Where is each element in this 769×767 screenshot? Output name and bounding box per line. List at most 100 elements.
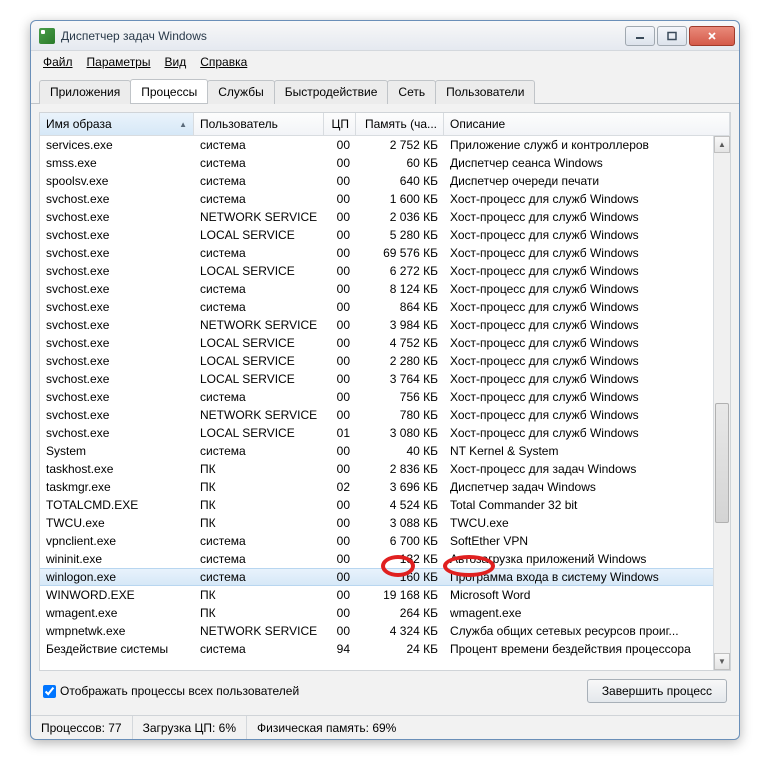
cell-mem: 756 КБ — [356, 390, 444, 404]
cell-mem: 640 КБ — [356, 174, 444, 188]
table-row[interactable]: taskmgr.exeПК023 696 КБДиспетчер задач W… — [40, 478, 730, 496]
menu-file[interactable]: Файл — [37, 53, 79, 71]
cell-image: winlogon.exe — [40, 570, 194, 584]
show-all-users-input[interactable] — [43, 685, 56, 698]
end-process-button[interactable]: Завершить процесс — [587, 679, 727, 703]
cell-user: LOCAL SERVICE — [194, 426, 324, 440]
cell-image: taskhost.exe — [40, 462, 194, 476]
cell-mem: 264 КБ — [356, 606, 444, 620]
cell-user: ПК — [194, 462, 324, 476]
table-row[interactable]: svchost.exeсистема00864 КБХост-процесс д… — [40, 298, 730, 316]
cell-cpu: 02 — [324, 480, 356, 494]
bottom-controls: Отображать процессы всех пользователей З… — [39, 671, 731, 707]
table-row[interactable]: WINWORD.EXEПК0019 168 КБMicrosoft Word — [40, 586, 730, 604]
cell-mem: 2 280 КБ — [356, 354, 444, 368]
table-row[interactable]: taskhost.exeПК002 836 КБХост-процесс для… — [40, 460, 730, 478]
vertical-scrollbar[interactable]: ▲ ▼ — [713, 136, 730, 670]
table-row[interactable]: svchost.exeсистема0069 576 КБХост-процес… — [40, 244, 730, 262]
titlebar[interactable]: Диспетчер задач Windows — [31, 21, 739, 51]
table-row[interactable]: svchost.exeLOCAL SERVICE004 752 КБХост-п… — [40, 334, 730, 352]
col-mem[interactable]: Память (ча... — [356, 113, 444, 135]
table-row[interactable]: winlogon.exeсистема00160 КБПрограмма вхо… — [40, 568, 730, 586]
menu-view[interactable]: Вид — [158, 53, 192, 71]
cell-user: LOCAL SERVICE — [194, 372, 324, 386]
table-row[interactable]: svchost.exeNETWORK SERVICE003 984 КБХост… — [40, 316, 730, 334]
col-user[interactable]: Пользователь — [194, 113, 324, 135]
table-row[interactable]: svchost.exeLOCAL SERVICE003 764 КБХост-п… — [40, 370, 730, 388]
cell-cpu: 00 — [324, 282, 356, 296]
cell-desc: Служба общих сетевых ресурсов проиг... — [444, 624, 730, 638]
table-row[interactable]: wmagent.exeПК00264 КБwmagent.exe — [40, 604, 730, 622]
cell-user: ПК — [194, 498, 324, 512]
cell-cpu: 00 — [324, 516, 356, 530]
tab-net[interactable]: Сеть — [387, 80, 436, 104]
cell-image: svchost.exe — [40, 318, 194, 332]
table-row[interactable]: Бездействие системысистема9424 КБПроцент… — [40, 640, 730, 658]
cell-desc: Microsoft Word — [444, 588, 730, 602]
cell-image: services.exe — [40, 138, 194, 152]
scroll-down-button[interactable]: ▼ — [714, 653, 730, 670]
cell-user: система — [194, 570, 324, 584]
cell-user: система — [194, 642, 324, 656]
tab-users[interactable]: Пользователи — [435, 80, 535, 104]
table-body[interactable]: services.exeсистема002 752 КБПриложение … — [40, 136, 730, 670]
show-all-users-checkbox[interactable]: Отображать процессы всех пользователей — [43, 684, 579, 698]
cell-mem: 60 КБ — [356, 156, 444, 170]
cell-cpu: 00 — [324, 192, 356, 206]
minimize-button[interactable] — [625, 26, 655, 46]
cell-desc: Автозагрузка приложений Windows — [444, 552, 730, 566]
table-row[interactable]: smss.exeсистема0060 КБДиспетчер сеанса W… — [40, 154, 730, 172]
table-row[interactable]: svchost.exeLOCAL SERVICE006 272 КБХост-п… — [40, 262, 730, 280]
close-button[interactable] — [689, 26, 735, 46]
cell-user: система — [194, 246, 324, 260]
table-row[interactable]: wmpnetwk.exeNETWORK SERVICE004 324 КБСлу… — [40, 622, 730, 640]
table-row[interactable]: svchost.exeNETWORK SERVICE002 036 КБХост… — [40, 208, 730, 226]
cell-image: System — [40, 444, 194, 458]
table-row[interactable]: svchost.exeсистема00756 КБХост-процесс д… — [40, 388, 730, 406]
scroll-thumb[interactable] — [715, 403, 729, 523]
cell-desc: NT Kernel & System — [444, 444, 730, 458]
table-row[interactable]: wininit.exeсистема00132 КБАвтозагрузка п… — [40, 550, 730, 568]
col-desc[interactable]: Описание — [444, 113, 730, 135]
cell-desc: Хост-процесс для служб Windows — [444, 192, 730, 206]
col-image[interactable]: Имя образа▲ — [40, 113, 194, 135]
scroll-up-button[interactable]: ▲ — [714, 136, 730, 153]
table-row[interactable]: svchost.exeсистема008 124 КБХост-процесс… — [40, 280, 730, 298]
table-row[interactable]: Systemсистема0040 КБNT Kernel & System — [40, 442, 730, 460]
cell-user: система — [194, 300, 324, 314]
sort-asc-icon: ▲ — [179, 120, 187, 129]
cell-mem: 2 036 КБ — [356, 210, 444, 224]
table-row[interactable]: svchost.exeLOCAL SERVICE002 280 КБХост-п… — [40, 352, 730, 370]
tab-services[interactable]: Службы — [207, 80, 274, 104]
cell-mem: 6 272 КБ — [356, 264, 444, 278]
menu-help[interactable]: Справка — [194, 53, 253, 71]
cell-mem: 3 088 КБ — [356, 516, 444, 530]
col-cpu[interactable]: ЦП — [324, 113, 356, 135]
cell-cpu: 00 — [324, 624, 356, 638]
tab-apps[interactable]: Приложения — [39, 80, 131, 104]
table-row[interactable]: TWCU.exeПК003 088 КБTWCU.exe — [40, 514, 730, 532]
cell-desc: Диспетчер сеанса Windows — [444, 156, 730, 170]
cell-cpu: 00 — [324, 606, 356, 620]
table-row[interactable]: services.exeсистема002 752 КБПриложение … — [40, 136, 730, 154]
table-row[interactable]: vpnclient.exeсистема006 700 КБSoftEther … — [40, 532, 730, 550]
cell-image: svchost.exe — [40, 246, 194, 260]
cell-cpu: 01 — [324, 426, 356, 440]
maximize-button[interactable] — [657, 26, 687, 46]
cell-image: svchost.exe — [40, 426, 194, 440]
cell-user: система — [194, 192, 324, 206]
cell-user: LOCAL SERVICE — [194, 336, 324, 350]
table-row[interactable]: svchost.exeLOCAL SERVICE005 280 КБХост-п… — [40, 226, 730, 244]
cell-desc: Диспетчер очереди печати — [444, 174, 730, 188]
table-row[interactable]: svchost.exeNETWORK SERVICE00780 КБХост-п… — [40, 406, 730, 424]
cell-mem: 4 324 КБ — [356, 624, 444, 638]
table-row[interactable]: spoolsv.exeсистема00640 КБДиспетчер очер… — [40, 172, 730, 190]
tab-perf[interactable]: Быстродействие — [274, 80, 389, 104]
tab-procs[interactable]: Процессы — [130, 79, 208, 103]
table-row[interactable]: svchost.exeсистема001 600 КБХост-процесс… — [40, 190, 730, 208]
cell-desc: Приложение служб и контроллеров — [444, 138, 730, 152]
table-row[interactable]: svchost.exeLOCAL SERVICE013 080 КБХост-п… — [40, 424, 730, 442]
cell-cpu: 00 — [324, 534, 356, 548]
menu-options[interactable]: Параметры — [81, 53, 157, 71]
table-row[interactable]: TOTALCMD.EXEПК004 524 КБTotal Commander … — [40, 496, 730, 514]
